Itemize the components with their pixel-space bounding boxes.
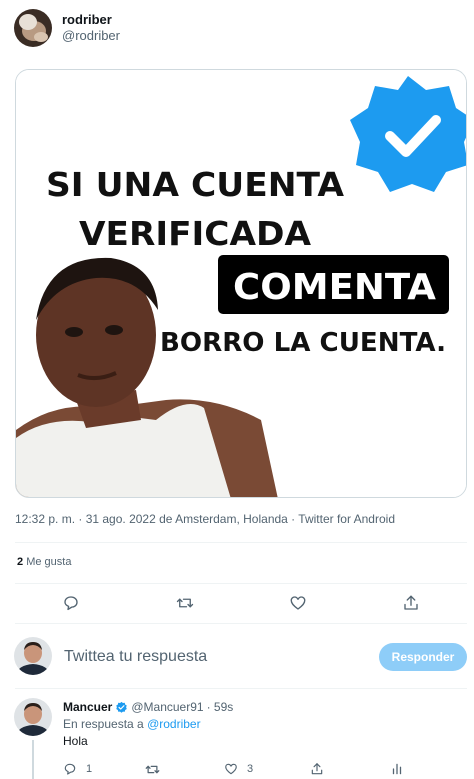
- user-avatar[interactable]: [14, 637, 52, 675]
- reply-button[interactable]: [58, 590, 84, 616]
- reply-reply-button[interactable]: 1: [63, 762, 92, 776]
- thread-line: [32, 740, 34, 779]
- divider: [15, 583, 467, 584]
- reply-input[interactable]: Twittea tu respuesta: [64, 648, 207, 666]
- likes-label: Me gusta: [26, 556, 72, 568]
- reply-actions: 1 3: [63, 762, 468, 778]
- tweet-actions: [0, 590, 474, 616]
- author-name[interactable]: rodriber: [62, 12, 120, 28]
- reply-like-count: 3: [247, 763, 254, 775]
- like-button[interactable]: [285, 590, 311, 616]
- reply-reply-count: 1: [86, 763, 93, 775]
- reply-author-avatar[interactable]: [14, 698, 52, 736]
- author-avatar[interactable]: [14, 9, 52, 47]
- like-icon: [225, 763, 237, 775]
- share-button[interactable]: [398, 590, 424, 616]
- tweet-image[interactable]: SI UNA CUENTA VERIFICADA COMENTA BORRO L…: [15, 69, 467, 498]
- tweet-author[interactable]: rodriber @rodriber: [14, 8, 120, 48]
- share-icon: [311, 763, 323, 775]
- replying-to-label: En respuesta a: [63, 717, 144, 731]
- reply-analytics-button[interactable]: [390, 762, 404, 776]
- share-icon: [404, 595, 418, 610]
- reply-text: Hola: [63, 734, 88, 748]
- retweet-icon: [145, 765, 160, 774]
- reply-icon: [64, 596, 78, 611]
- like-icon: [290, 596, 306, 610]
- reply-submit-button[interactable]: Responder: [379, 643, 467, 671]
- reply-retweet-button[interactable]: [145, 762, 160, 777]
- image-text-line4: BORRO LA CUENTA.: [160, 328, 446, 358]
- replying-to: En respuesta a @rodriber: [63, 717, 468, 731]
- image-text-line3: COMENTA: [233, 267, 436, 308]
- reply-composer: Twittea tu respuesta Responder: [14, 634, 468, 678]
- reply-icon: [64, 763, 76, 775]
- reply-author-name[interactable]: Mancuer: [63, 700, 112, 714]
- image-text-line1: SI UNA CUENTA: [46, 165, 344, 204]
- reply-tweet[interactable]: Mancuer @Mancuer91 · 59s En respuesta a …: [14, 698, 468, 779]
- replying-to-link[interactable]: @rodriber: [147, 717, 201, 731]
- author-handle[interactable]: @rodriber: [62, 28, 120, 44]
- divider: [15, 542, 467, 543]
- reply-author-handle[interactable]: @Mancuer91: [131, 700, 203, 714]
- verified-icon: [116, 701, 128, 713]
- image-text-line2: VERIFICADA: [79, 214, 311, 253]
- retweet-icon: [176, 598, 194, 608]
- tweet-timestamp[interactable]: 12:32 p. m. · 31 ago. 2022 de Amsterdam,…: [15, 512, 395, 526]
- divider: [15, 688, 467, 689]
- likes-count[interactable]: 2 Me gusta: [17, 556, 71, 568]
- reply-share-button[interactable]: [310, 762, 324, 776]
- divider: [15, 623, 467, 624]
- likes-number: 2: [17, 556, 24, 568]
- retweet-button[interactable]: [172, 590, 198, 616]
- analytics-icon: [392, 763, 402, 775]
- reply-time[interactable]: · 59s: [207, 700, 234, 714]
- reply-like-button[interactable]: 3: [224, 762, 253, 776]
